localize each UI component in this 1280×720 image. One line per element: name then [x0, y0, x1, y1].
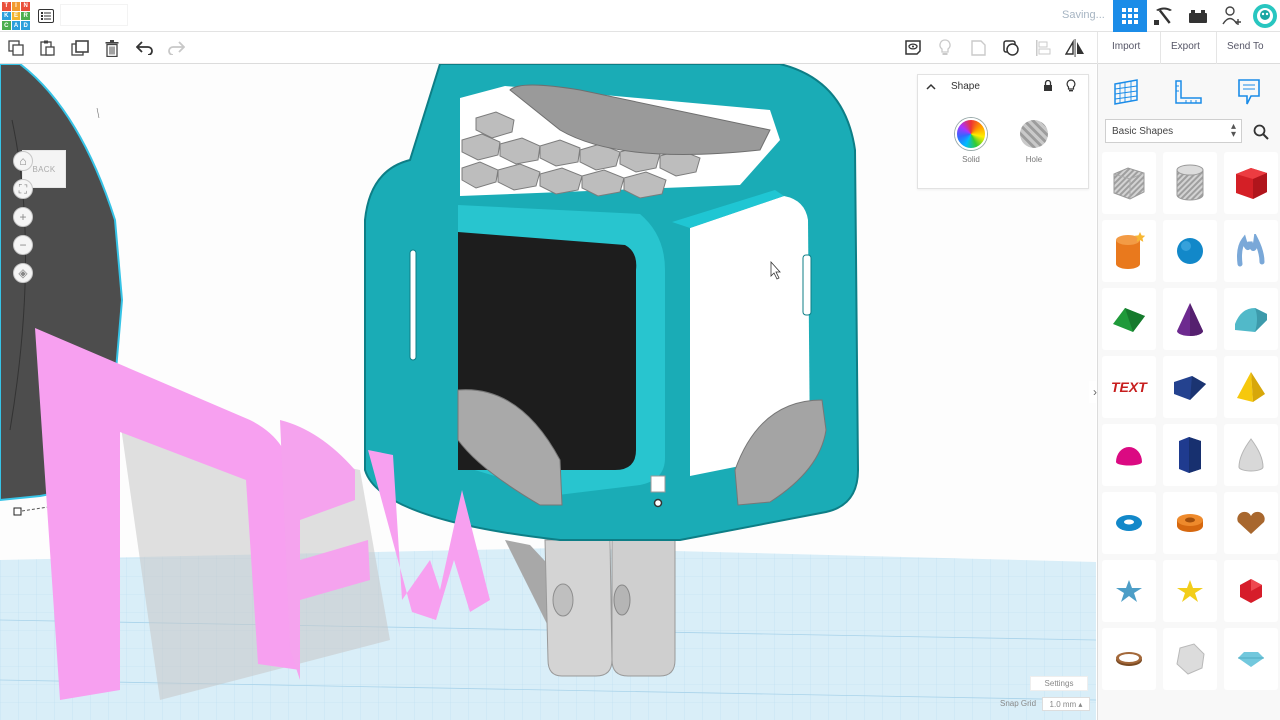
group-icon[interactable]	[967, 37, 989, 59]
shape-grid: TEXT	[1102, 152, 1278, 696]
tube-orange-shape[interactable]	[1163, 492, 1217, 554]
tinkercad-logo[interactable]: T I N K E R C A D	[2, 2, 30, 30]
cone-purple-shape[interactable]	[1163, 288, 1217, 350]
lock-icon[interactable]	[1043, 80, 1053, 92]
mirror-icon[interactable]	[1064, 37, 1086, 59]
delete-icon[interactable]	[101, 37, 123, 59]
star-yellow-shape[interactable]	[1163, 560, 1217, 622]
edit-toolbar: Import Export Send To	[0, 32, 1280, 64]
logo-letter: R	[21, 11, 30, 21]
ring-brown-shape[interactable]	[1102, 628, 1156, 690]
paste-icon[interactable]	[36, 37, 58, 59]
search-icon[interactable]	[1250, 121, 1272, 143]
logo-letter: T	[2, 2, 11, 11]
logo-letter: A	[11, 21, 21, 30]
redo-icon[interactable]	[165, 37, 187, 59]
collapse-chevron-icon[interactable]	[926, 83, 936, 91]
scribble-blue-shape[interactable]	[1224, 220, 1278, 282]
design-name-input[interactable]	[60, 4, 128, 26]
top-bar: T I N K E R C A D Saving...	[0, 0, 1280, 32]
snap-grid-label: Snap Grid	[1000, 699, 1037, 708]
notes-icon[interactable]	[902, 37, 924, 59]
shape-inspector: Shape Solid Hole	[917, 74, 1089, 189]
pyramid-yellow-shape[interactable]	[1224, 356, 1278, 418]
resize-handle[interactable]	[13, 507, 22, 516]
diamond-teal-shape[interactable]	[1224, 628, 1278, 690]
text-red-shape[interactable]: TEXT	[1102, 356, 1156, 418]
round-roof-teal-shape[interactable]	[1224, 288, 1278, 350]
logo-letter: C	[2, 21, 11, 30]
light-bulb-icon[interactable]	[934, 37, 956, 59]
send-to-button[interactable]: Send To	[1227, 41, 1264, 52]
logo-letter: D	[21, 21, 30, 30]
shapes-panel: Basic Shapes ▴ ▾ TEXT	[1097, 64, 1280, 720]
fit-view-icon[interactable]: ⛶	[13, 179, 33, 199]
roof-green-shape[interactable]	[1102, 288, 1156, 350]
cylinder-orange-shape[interactable]	[1102, 220, 1156, 282]
cylinder-hole-shape[interactable]	[1163, 152, 1217, 214]
torus-blue-shape[interactable]	[1102, 492, 1156, 554]
align-icon[interactable]	[1032, 37, 1054, 59]
copy-icon[interactable]	[5, 37, 27, 59]
box-navy-shape[interactable]	[1163, 356, 1217, 418]
icosahedron-red-shape[interactable]	[1224, 560, 1278, 622]
notes-tab-icon[interactable]	[1229, 72, 1269, 112]
perspective-icon[interactable]: ◈	[13, 263, 33, 283]
heart-brown-shape[interactable]	[1224, 492, 1278, 554]
inspector-title: Shape	[951, 81, 980, 92]
settings-button[interactable]: Settings	[1030, 676, 1088, 691]
workplane-grid-icon[interactable]	[1106, 72, 1146, 112]
avatar-icon[interactable]	[1248, 0, 1280, 32]
hole-label: Hole	[1025, 155, 1043, 164]
solid-color-swatch[interactable]	[955, 118, 987, 150]
ruler-icon[interactable]	[1168, 72, 1208, 112]
add-user-icon[interactable]	[1215, 0, 1249, 32]
designs-list-icon[interactable]	[36, 6, 56, 26]
polygon-navy-shape[interactable]	[1163, 424, 1217, 486]
logo-letter: K	[2, 11, 11, 21]
box-red-shape[interactable]	[1224, 152, 1278, 214]
snap-grid-select[interactable]: 1.0 mm ▴	[1042, 697, 1090, 711]
3d-view-grid-icon[interactable]	[1113, 0, 1147, 32]
ungroup-icon[interactable]	[1000, 37, 1022, 59]
hole-swatch[interactable]	[1020, 120, 1048, 148]
shape-library-select[interactable]: Basic Shapes ▴ ▾	[1105, 119, 1242, 143]
half-sphere-magenta-shape[interactable]	[1102, 424, 1156, 486]
library-select-label: Basic Shapes	[1112, 125, 1174, 137]
logo-letter: I	[11, 2, 21, 11]
blocks-pickaxe-icon[interactable]	[1147, 0, 1181, 32]
logo-letter: N	[21, 2, 30, 11]
box-hole-shape[interactable]	[1102, 152, 1156, 214]
teal-camera-cage[interactable]	[364, 64, 860, 541]
bricks-icon[interactable]	[1181, 0, 1215, 32]
star-blue-shape[interactable]	[1102, 560, 1156, 622]
duplicate-icon[interactable]	[69, 37, 91, 59]
home-icon[interactable]: ⌂	[13, 151, 33, 171]
sphere-blue-shape[interactable]	[1163, 220, 1217, 282]
solid-label: Solid	[962, 155, 980, 164]
zoom-in-icon[interactable]: +	[13, 207, 33, 227]
paraboloid-grey-shape[interactable]	[1224, 424, 1278, 486]
visibility-bulb-icon[interactable]	[1066, 79, 1076, 92]
zoom-out-icon[interactable]: −	[13, 235, 33, 255]
sphere-grey-shape[interactable]	[1163, 628, 1217, 690]
undo-icon[interactable]	[134, 37, 156, 59]
tinkercad-app: T I N K E R C A D Saving... Import Expor…	[0, 0, 1280, 720]
logo-letter: E	[11, 11, 21, 21]
svg-text:TEXT: TEXT	[1111, 379, 1148, 395]
import-button[interactable]: Import	[1112, 41, 1140, 52]
export-button[interactable]: Export	[1171, 41, 1200, 52]
save-status: Saving...	[1062, 9, 1105, 21]
